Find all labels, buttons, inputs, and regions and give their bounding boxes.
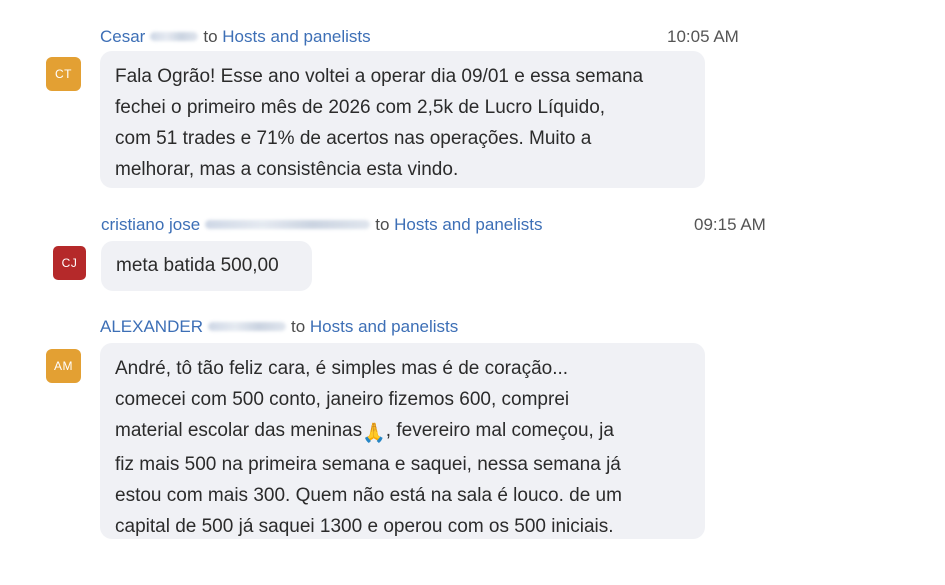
message-header: Cesar to Hosts and panelists [100,26,371,48]
avatar[interactable]: CT [46,57,81,91]
message-line: material escolar das meninas🙏, fevereiro… [115,415,691,449]
message-line: estou com mais 300. Quem não está na sal… [115,485,622,506]
chat-panel: Cesar to Hosts and panelists 10:05 AM CT … [0,0,945,585]
message-line: com 51 trades e 71% de acertos nas opera… [115,128,592,149]
sender-name[interactable]: ALEXANDER [100,317,203,336]
redacted-name [207,321,286,331]
message-line: comecei com 500 conto, janeiro fizemos 6… [115,389,570,410]
praying-hands-icon: 🙏 [362,423,386,444]
message-header: cristiano jose to Hosts and panelists [101,214,543,236]
redacted-name [205,219,371,229]
chat-message: ALEXANDER to Hosts and panelists AM André… [0,316,945,546]
redacted-name [150,31,199,41]
message-line: capital de 500 já saquei 1300 e operou c… [115,516,614,537]
recipient-name[interactable]: Hosts and panelists [222,27,370,46]
recipient-name[interactable]: Hosts and panelists [394,215,542,234]
message-line: Fala Ogrão! Esse ano voltei a operar dia… [115,66,644,87]
message-text: , fevereiro mal começou, ja [385,420,614,441]
message-bubble: Fala Ogrão! Esse ano voltei a operar dia… [100,51,705,188]
message-line: fiz mais 500 na primeira semana e saquei… [115,454,621,475]
to-label: to [290,317,306,336]
message-line: fechei o primeiro mês de 2026 com 2,5k d… [115,97,606,118]
message-text: material escolar das meninas [115,420,363,441]
to-label: to [203,27,218,46]
message-bubble: André, tô tão feliz cara, é simples mas … [100,343,705,539]
avatar[interactable]: CJ [53,246,86,280]
chat-message: Cesar to Hosts and panelists 10:05 AM CT … [0,26,945,191]
message-time: 09:15 AM [694,215,766,234]
message-line: meta batida 500,00 [116,255,279,276]
message-time: 10:05 AM [667,27,739,46]
message-line: melhorar, mas a consistência esta vindo. [115,159,459,180]
chat-message: cristiano jose to Hosts and panelists 09:… [0,214,945,294]
recipient-name[interactable]: Hosts and panelists [310,317,458,336]
to-label: to [375,215,390,234]
avatar[interactable]: AM [46,349,81,383]
message-bubble: meta batida 500,00 [101,241,312,291]
sender-name[interactable]: Cesar [100,27,145,46]
message-header: ALEXANDER to Hosts and panelists [100,316,458,338]
message-line: André, tô tão feliz cara, é simples mas … [115,358,569,379]
sender-name[interactable]: cristiano jose [101,215,200,234]
